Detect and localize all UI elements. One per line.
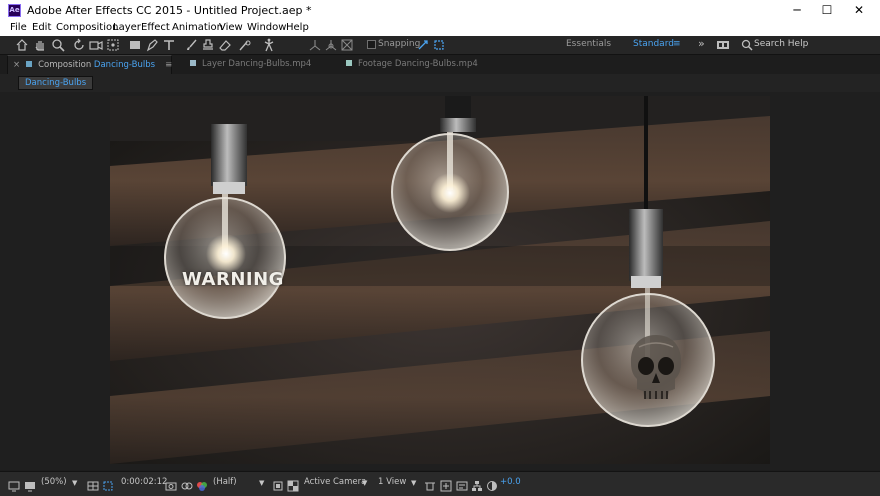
- search-help-input[interactable]: Search Help: [754, 39, 808, 49]
- brush-tool-icon[interactable]: [184, 38, 198, 52]
- workspace-standard[interactable]: Standard: [633, 39, 674, 49]
- snapping-label: Snapping: [378, 39, 421, 49]
- world-axis-mode-icon[interactable]: [324, 38, 338, 52]
- resolution-select[interactable]: (Half): [213, 477, 237, 487]
- search-icon[interactable]: [741, 39, 755, 53]
- snap-features-icon[interactable]: [432, 38, 446, 52]
- tools-panel: Snapping Essentials Standard ≡ » Search …: [0, 36, 880, 55]
- composition-tab-prefix: Composition: [38, 60, 92, 70]
- type-tool-icon[interactable]: [162, 38, 176, 52]
- composition-viewer[interactable]: WARNING: [0, 92, 880, 470]
- menu-help[interactable]: Help: [286, 22, 309, 33]
- current-timecode[interactable]: 0:00:02:12: [121, 477, 167, 487]
- menu-edit[interactable]: Edit: [32, 22, 51, 33]
- transparency-grid-icon[interactable]: [287, 477, 299, 492]
- layer-tab-swatch: [190, 60, 196, 66]
- footage-tab-swatch: [346, 60, 352, 66]
- menu-animation[interactable]: Animation: [172, 22, 223, 33]
- rectangle-tool-icon[interactable]: [128, 38, 142, 52]
- eraser-tool-icon[interactable]: [218, 38, 232, 52]
- composition-navigator: Dancing-Bulbs: [0, 74, 880, 92]
- tab-footage[interactable]: Footage Dancing-Bulbs.mp4: [346, 55, 478, 74]
- zoom-tool-icon[interactable]: [51, 38, 65, 52]
- color-channels-icon[interactable]: [196, 477, 208, 491]
- menu-window[interactable]: Window: [247, 22, 286, 33]
- view-layout-select[interactable]: 1 View: [378, 477, 406, 487]
- composition-tab-name: Dancing-Bulbs: [93, 60, 156, 70]
- tab-menu-icon[interactable]: ≡: [165, 60, 172, 70]
- fast-previews-icon[interactable]: [440, 477, 452, 492]
- composition-breadcrumb[interactable]: Dancing-Bulbs: [18, 76, 94, 90]
- minimize-button[interactable]: ─: [782, 0, 812, 21]
- snap-edges-icon[interactable]: [416, 38, 430, 52]
- home-icon[interactable]: [15, 38, 29, 52]
- title-bar: Ae Adobe After Effects CC 2015 - Untitle…: [0, 0, 880, 21]
- roto-brush-tool-icon[interactable]: [238, 38, 252, 52]
- hand-tool-icon[interactable]: [33, 38, 47, 52]
- resolution-dropdown-arrow[interactable]: ▼: [259, 479, 264, 487]
- local-axis-mode-icon[interactable]: [308, 38, 322, 52]
- maximize-button[interactable]: ☐: [812, 0, 842, 21]
- menu-view[interactable]: View: [219, 22, 243, 33]
- snapshot-camera-icon[interactable]: [165, 477, 177, 491]
- workspace-essentials[interactable]: Essentials: [566, 39, 611, 49]
- rotate-tool-icon[interactable]: [72, 38, 86, 52]
- menu-bar: File Edit Composition Layer Effect Anima…: [0, 21, 880, 37]
- video-frame[interactable]: WARNING: [110, 96, 770, 464]
- snapping-checkbox[interactable]: [367, 40, 376, 49]
- toggle-pixel-aspect-icon[interactable]: [424, 477, 436, 491]
- menu-composition[interactable]: Composition: [56, 22, 118, 33]
- camera-tool-icon[interactable]: [89, 38, 103, 52]
- exposure-value[interactable]: +0.0: [500, 477, 521, 487]
- window-title: Adobe After Effects CC 2015 - Untitled P…: [27, 4, 312, 17]
- close-tab-icon[interactable]: ×: [13, 60, 20, 70]
- flowchart-icon[interactable]: [471, 477, 483, 491]
- pen-tool-icon[interactable]: [145, 38, 159, 52]
- menu-file[interactable]: File: [10, 22, 27, 33]
- skull-icon: [627, 333, 685, 403]
- camera-view-select[interactable]: Active Camera: [304, 477, 366, 487]
- view-axis-mode-icon[interactable]: [340, 38, 354, 52]
- composition-color-swatch: [26, 61, 33, 67]
- zoom-dropdown-arrow[interactable]: ▼: [72, 479, 77, 487]
- menu-effect[interactable]: Effect: [141, 22, 170, 33]
- region-of-interest-icon[interactable]: [272, 477, 284, 491]
- clone-stamp-tool-icon[interactable]: [201, 38, 215, 52]
- view-layout-dropdown-arrow[interactable]: ▼: [411, 479, 416, 487]
- pan-behind-tool-icon[interactable]: [106, 38, 120, 52]
- toggle-mask-icon[interactable]: [102, 477, 114, 491]
- monitor-icon[interactable]: [24, 477, 36, 492]
- layer-tab-label: Layer Dancing-Bulbs.mp4: [202, 59, 312, 69]
- tab-layer[interactable]: Layer Dancing-Bulbs.mp4: [190, 55, 311, 74]
- resolution-grid-icon[interactable]: [87, 477, 99, 491]
- footage-tab-label: Footage Dancing-Bulbs.mp4: [358, 59, 478, 69]
- menu-layer[interactable]: Layer: [113, 22, 141, 33]
- tab-composition[interactable]: × Composition Dancing-Bulbs ≡: [7, 55, 172, 75]
- workspace-menu-icon[interactable]: ≡: [673, 39, 681, 49]
- show-snapshot-icon[interactable]: [181, 477, 193, 490]
- panel-tab-bar: × Composition Dancing-Bulbs ≡ Layer Dancin…: [0, 55, 880, 75]
- viewer-status-bar: (50%) ▼ 0:00:02:12 (Half) ▼ Active Camer…: [0, 471, 880, 496]
- camera-dropdown-arrow[interactable]: ▼: [362, 479, 367, 487]
- warning-text-overlay: WARNING: [182, 269, 284, 290]
- after-effects-app-icon: Ae: [8, 4, 21, 17]
- reset-exposure-icon[interactable]: [486, 477, 498, 491]
- always-preview-icon[interactable]: [8, 477, 20, 492]
- workspace-switch-icon[interactable]: [716, 39, 730, 53]
- more-workspaces-icon[interactable]: »: [698, 37, 705, 50]
- timeline-icon[interactable]: [456, 477, 468, 491]
- close-window-button[interactable]: ✕: [844, 0, 874, 21]
- magnification-select[interactable]: (50%): [41, 477, 67, 487]
- puppet-tool-icon[interactable]: [262, 38, 276, 52]
